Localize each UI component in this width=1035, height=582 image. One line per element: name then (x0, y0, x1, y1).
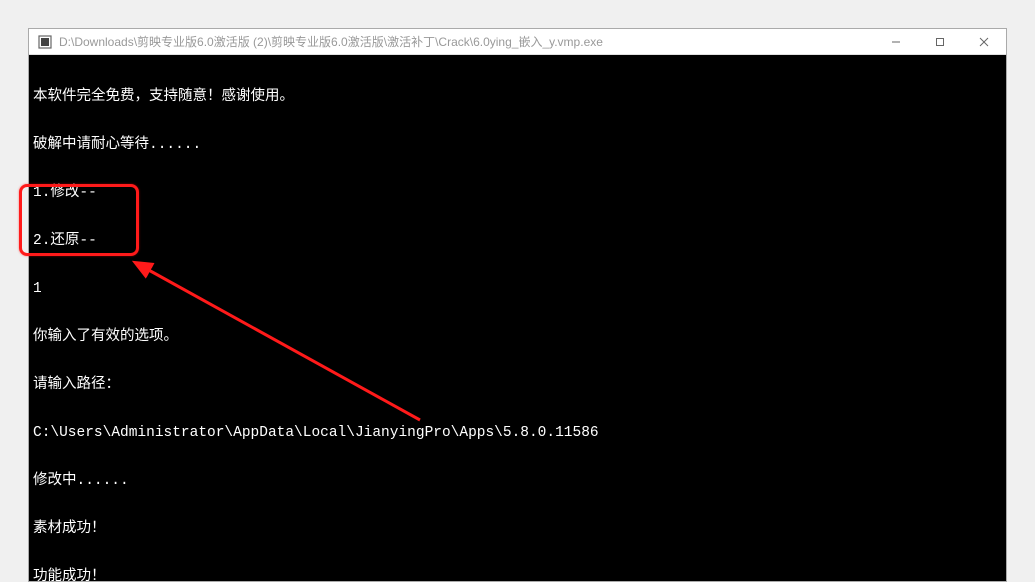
console-line: 1 (33, 281, 1002, 297)
window-controls (874, 29, 1006, 54)
console-output: 本软件完全免费，支持随意！感谢使用。 破解中请耐心等待...... 1.修改--… (29, 55, 1006, 581)
minimize-button[interactable] (874, 29, 918, 55)
close-button[interactable] (962, 29, 1006, 55)
console-line: 修改中...... (33, 473, 1002, 489)
console-line: 2.还原-- (33, 233, 1002, 249)
console-line: 1.修改-- (33, 185, 1002, 201)
app-icon (37, 34, 53, 50)
titlebar[interactable]: D:\Downloads\剪映专业版6.0激活版 (2)\剪映专业版6.0激活版… (29, 29, 1006, 55)
console-line: 本软件完全免费，支持随意！感谢使用。 (33, 89, 1002, 105)
console-line: 功能成功！ (33, 569, 1002, 581)
console-line: 请输入路径： (33, 377, 1002, 393)
console-window: D:\Downloads\剪映专业版6.0激活版 (2)\剪映专业版6.0激活版… (28, 28, 1007, 582)
console-line: 破解中请耐心等待...... (33, 137, 1002, 153)
console-line: 素材成功！ (33, 521, 1002, 537)
console-line: C:\Users\Administrator\AppData\Local\Jia… (33, 425, 1002, 441)
console-line: 你输入了有效的选项。 (33, 329, 1002, 345)
window-title: D:\Downloads\剪映专业版6.0激活版 (2)\剪映专业版6.0激活版… (59, 33, 874, 50)
maximize-button[interactable] (918, 29, 962, 55)
